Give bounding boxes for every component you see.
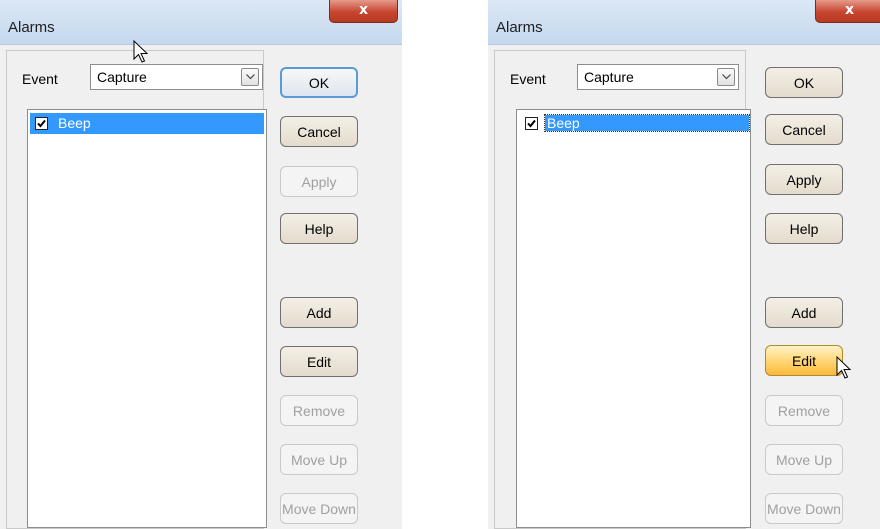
ok-button[interactable]: OK [280,67,358,98]
event-select[interactable]: Capture [90,64,263,90]
title-bar[interactable]: Alarms x [488,0,880,45]
chevron-down-icon[interactable] [717,68,735,86]
alarm-list[interactable]: Beep [516,109,751,528]
event-label: Event [22,71,58,87]
title-bar[interactable]: Alarms x [0,0,402,45]
event-select-value: Capture [584,69,634,85]
close-button[interactable]: x [329,0,398,23]
alarms-dialog-after: Alarms x Event Capture Beep OK Cancel Ap… [488,0,880,529]
dialog-title: Alarms [8,19,55,36]
checkbox[interactable] [35,117,48,130]
dialog-body: Event Capture Beep OK Cancel Apply Help … [0,45,402,529]
apply-button[interactable]: Apply [765,164,843,195]
remove-button[interactable]: Remove [280,395,358,426]
cancel-button[interactable]: Cancel [280,116,358,147]
remove-button[interactable]: Remove [765,395,843,426]
help-button[interactable]: Help [765,213,843,244]
ok-button[interactable]: OK [765,67,843,98]
move-up-button[interactable]: Move Up [280,444,358,475]
mouse-pointer-icon [133,40,149,63]
alarms-dialog-before: Alarms x Event Capture Beep OK Cancel Ap… [0,0,402,529]
list-item[interactable]: Beep [30,113,264,134]
event-label: Event [510,71,546,87]
list-item-label: Beep [544,114,750,132]
help-button[interactable]: Help [280,213,358,244]
apply-button[interactable]: Apply [280,166,358,197]
close-button[interactable]: x [815,0,880,23]
chevron-down-icon[interactable] [241,68,259,86]
dialog-body: Event Capture Beep OK Cancel Apply Help … [488,45,880,529]
add-button[interactable]: Add [280,297,358,328]
event-select[interactable]: Capture [577,64,739,90]
checkbox[interactable] [525,117,538,130]
edit-button[interactable]: Edit [280,346,358,377]
cancel-button[interactable]: Cancel [765,114,843,145]
event-group: Event Capture Beep [6,50,267,529]
list-item[interactable]: Beep [523,113,750,134]
mouse-pointer-icon [836,356,852,379]
move-down-button[interactable]: Move Down [765,493,843,524]
alarm-list[interactable]: Beep [27,109,267,528]
add-button[interactable]: Add [765,297,843,328]
edit-button[interactable]: Edit [765,345,843,376]
dialog-title: Alarms [496,19,543,36]
move-up-button[interactable]: Move Up [765,444,843,475]
list-item-label: Beep [58,115,91,131]
move-down-button[interactable]: Move Down [280,493,358,524]
event-group: Event Capture Beep [494,50,751,529]
event-select-value: Capture [97,69,147,85]
